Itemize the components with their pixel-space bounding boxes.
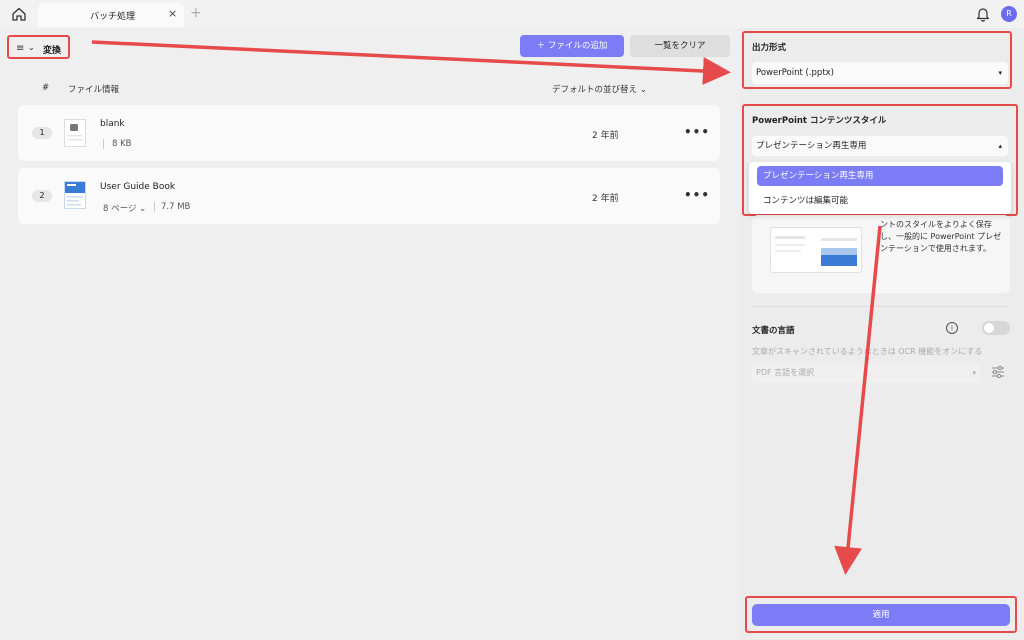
document-language-title: 文書の言語 <box>752 326 795 336</box>
column-header-index: # <box>42 83 50 93</box>
avatar[interactable]: R <box>1001 6 1017 22</box>
home-icon[interactable] <box>10 6 28 22</box>
add-files-button[interactable]: ＋ ファイルの追加 <box>520 35 624 57</box>
ocr-hint: 文章がスキャンされているようなときは OCR 機能をオンにする <box>752 347 983 356</box>
page-count-dropdown[interactable]: 8 ページ ⌄ <box>103 202 146 214</box>
column-header-file-info: ファイル情報 <box>68 85 120 95</box>
language-select[interactable]: PDF 言語を選択 ▾ <box>752 363 980 383</box>
content-style-select[interactable]: プレゼンテーション再生専用 ▴ <box>752 136 1008 156</box>
caret-down-icon: ▾ <box>972 369 976 377</box>
slide-preview-image <box>770 227 862 273</box>
style-description: ントのスタイルをよりよく保存し、一般的に PowerPoint プレゼンテーショ… <box>880 220 1002 253</box>
language-placeholder: PDF 言語を選択 <box>756 368 815 377</box>
tab-batch-process[interactable]: バッチ処理 × <box>38 3 184 27</box>
section-divider <box>752 306 1010 307</box>
more-icon[interactable]: ••• <box>684 125 710 139</box>
caret-down-icon: ▾ <box>998 69 1002 77</box>
content-style-dropdown: プレゼンテーション再生専用 コンテンツは編集可能 <box>749 162 1011 214</box>
mode-menu[interactable]: ≡ ⌄ 変換 <box>7 35 70 59</box>
modified-time: 2 年前 <box>592 131 619 141</box>
file-size: 8 KB <box>112 139 132 149</box>
file-size: 7.7 MB <box>161 202 191 212</box>
settings-sliders-icon[interactable] <box>991 365 1005 379</box>
close-icon[interactable]: × <box>168 7 177 20</box>
mode-label: 変換 <box>43 46 62 56</box>
file-icon <box>64 119 86 147</box>
ocr-toggle[interactable] <box>982 321 1010 335</box>
toggle-knob <box>984 323 994 333</box>
table-row[interactable]: 1 blank 8 KB 2 年前 ••• <box>18 105 720 161</box>
sort-dropdown[interactable]: デフォルトの並び替え ⌄ <box>552 83 647 95</box>
row-index: 1 <box>32 127 52 139</box>
file-name: blank <box>100 119 125 129</box>
modified-time: 2 年前 <box>592 194 619 204</box>
content-style-title: PowerPoint コンテンツスタイル <box>752 116 887 126</box>
menu-icon[interactable]: ≡ <box>16 43 24 54</box>
chevron-down-icon[interactable]: ⌄ <box>28 43 35 52</box>
plus-icon[interactable]: + <box>190 5 202 21</box>
row-index: 2 <box>32 190 52 202</box>
info-icon[interactable]: i <box>946 322 958 334</box>
caret-up-icon: ▴ <box>998 142 1002 150</box>
file-name: User Guide Book <box>100 182 176 192</box>
content-style-value: プレゼンテーション再生専用 <box>756 141 867 151</box>
output-format-value: PowerPoint (.pptx) <box>756 68 834 78</box>
main-area: ≡ ⌄ 変換 ＋ ファイルの追加 一覧をクリア # ファイル情報 デフォルトの並… <box>0 28 740 640</box>
tab-label: バッチ処理 <box>90 12 136 22</box>
apply-button[interactable]: 適用 <box>752 604 1010 626</box>
file-icon <box>64 181 86 209</box>
meta-divider <box>154 202 155 212</box>
bell-icon[interactable] <box>976 6 990 22</box>
more-icon[interactable]: ••• <box>684 188 710 202</box>
option-editable[interactable]: コンテンツは編集可能 <box>763 194 848 206</box>
clear-list-button[interactable]: 一覧をクリア <box>630 35 730 57</box>
style-preview-card: ントのスタイルをよりよく保存し、一般的に PowerPoint プレゼンテーショ… <box>752 215 1010 293</box>
output-format-select[interactable]: PowerPoint (.pptx) ▾ <box>752 62 1008 84</box>
output-format-title: 出力形式 <box>752 43 787 53</box>
title-bar: バッチ処理 × + R <box>0 0 1024 28</box>
table-row[interactable]: 2 User Guide Book 8 ページ ⌄ 7.7 MB 2 年前 ••… <box>18 168 720 224</box>
option-presentation-only[interactable]: プレゼンテーション再生専用 <box>757 166 1003 186</box>
meta-divider <box>103 139 104 149</box>
